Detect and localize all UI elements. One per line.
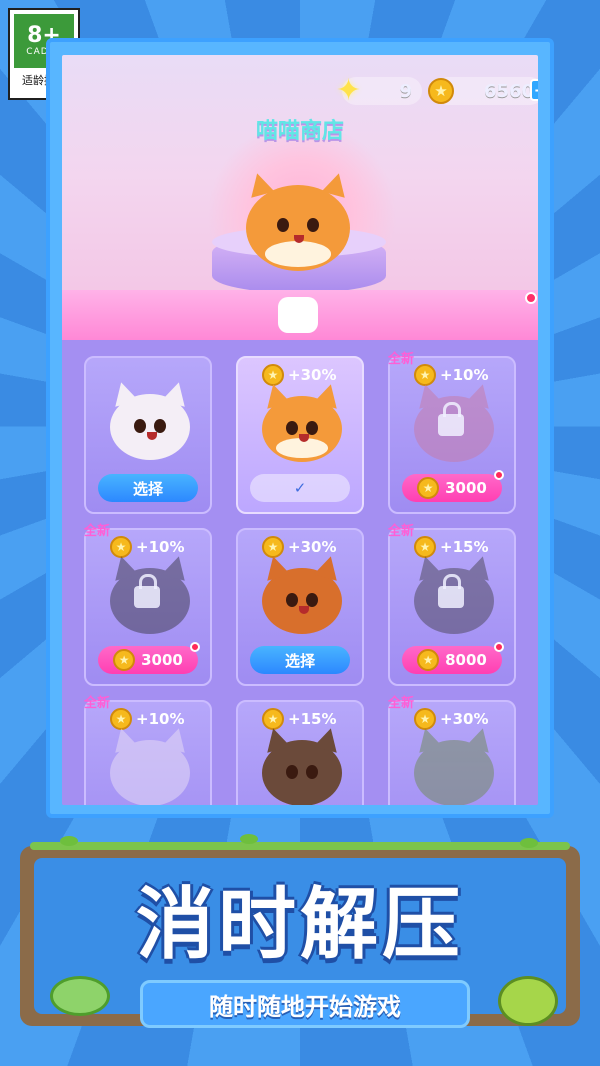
- lock-icon: [438, 574, 464, 608]
- select-button[interactable]: 选择: [250, 646, 350, 674]
- selected-check-button[interactable]: ✓: [250, 474, 350, 502]
- green-cat: [413, 725, 495, 805]
- lock-icon: [134, 574, 160, 608]
- bee-mascot-icon: [498, 976, 558, 1026]
- skin-card[interactable]: 全新 ★ +10%: [84, 696, 212, 805]
- white-cat: [109, 379, 191, 460]
- featured-cat: [245, 170, 351, 271]
- notification-dot: [525, 292, 537, 304]
- coin-icon: ★: [428, 78, 454, 104]
- coin-icon: ★: [113, 649, 136, 671]
- skin-card[interactable]: ★ +30% ✓: [236, 356, 364, 514]
- grumpy-cat: [261, 553, 343, 634]
- leaf-icon: [520, 838, 538, 848]
- coin-counter: ★ 6560 +: [428, 77, 538, 105]
- skin-card[interactable]: ★ +15%: [236, 700, 364, 805]
- coin-icon: ★: [417, 477, 440, 499]
- banner-subtitle: 随时随地开始游戏: [140, 980, 470, 1028]
- hedgehog-cat: [261, 725, 343, 805]
- skin-grid: 选择 ★ +30% ✓ 全新 ★ +10% ★ 3000 全新 ★ +10% ★…: [62, 340, 538, 805]
- new-label: 全新: [388, 352, 415, 367]
- buy-button[interactable]: ★ 3000: [402, 470, 504, 502]
- star-icon: ✦: [336, 73, 362, 108]
- buy-button[interactable]: ★ 8000: [402, 642, 504, 674]
- coin-icon: ★: [417, 649, 440, 671]
- skin-card[interactable]: 全新 ★ +10% ★ 3000: [84, 524, 212, 686]
- shop-title: 喵喵商店: [255, 119, 344, 144]
- star-value: 9: [399, 80, 412, 102]
- new-label: 全新: [388, 524, 415, 539]
- star-counter: ✦ 9: [336, 73, 422, 108]
- new-label: 全新: [84, 524, 111, 539]
- skin-card[interactable]: 全新 ★ +30%: [388, 696, 516, 805]
- skin-card[interactable]: 全新 ★ +10% ★ 3000: [388, 352, 516, 514]
- banner-headline: 消时解压: [135, 880, 464, 970]
- vine-decoration: [30, 842, 570, 850]
- leaf-icon: [60, 836, 78, 846]
- skin-card[interactable]: 全新 ★ +15% ★ 8000: [388, 524, 516, 686]
- new-label: 全新: [388, 696, 415, 711]
- select-button[interactable]: 选择: [98, 474, 198, 502]
- new-label: 全新: [84, 696, 111, 711]
- game-screen: ✦ 9 ★ 6560 + 喵喵商店 选择 ★+30% ✓ 全新: [62, 55, 538, 805]
- orange-cat: [261, 381, 343, 462]
- lock-icon: [438, 402, 464, 436]
- tab-cat-skins[interactable]: [278, 297, 318, 333]
- leaf-icon: [240, 834, 258, 844]
- skin-card[interactable]: 选择: [84, 356, 212, 514]
- buy-button[interactable]: ★ 3000: [98, 642, 200, 674]
- coin-value: 6560: [483, 80, 534, 102]
- add-coins-button[interactable]: +: [530, 79, 538, 101]
- skin-card[interactable]: ★ +30% 选择: [236, 528, 364, 686]
- vegetable-icon: [50, 976, 110, 1016]
- lilac-cat: [109, 725, 191, 805]
